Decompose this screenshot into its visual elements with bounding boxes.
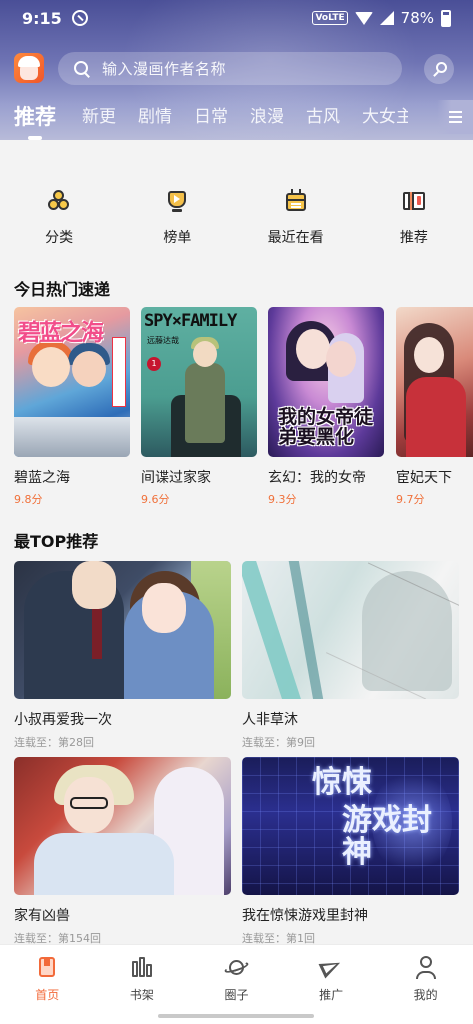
tab-ancient[interactable]: 古风 (306, 100, 340, 134)
tabs-menu-button[interactable] (437, 100, 473, 134)
cover-title-text: 惊悚 (312, 765, 372, 800)
nav-home[interactable]: 首页 (0, 945, 95, 1003)
nav-profile-label: 我的 (413, 988, 438, 1002)
magnifier-handle (433, 71, 439, 77)
comic-title: 玄幻：我的女帝 (268, 470, 366, 486)
bookshelf-icon (130, 955, 154, 979)
status-bar: 9:15 VoLTE 78% (0, 0, 473, 36)
cover-author-text: 远藤达哉 (147, 336, 179, 345)
comic-cover: SPY×FAMILY 远藤达哉 1 (141, 307, 257, 457)
hot-today-title: 今日热门速递 (14, 280, 111, 299)
cover-volume-badge: 1 (147, 357, 161, 371)
battery-percent: 78% (400, 9, 434, 27)
comic-score: 9.3分 (268, 493, 297, 506)
tab-daily[interactable]: 日常 (194, 100, 228, 134)
search-button[interactable] (424, 54, 454, 84)
comic-cover: 碧蓝之海 (14, 307, 130, 457)
home-icon (35, 955, 59, 979)
ranking-icon (162, 186, 192, 216)
comic-title: 家有凶兽 (14, 908, 70, 924)
top-recommend-title: 最TOP推荐 (14, 532, 99, 551)
comic-score: 9.8分 (14, 493, 43, 506)
comic-title: 间谍过家家 (141, 470, 211, 486)
menu-icon (448, 111, 462, 123)
status-indicators: VoLTE 78% (312, 9, 451, 27)
header: 9:15 VoLTE 78% 输入漫画作者名称 推荐 新更 剧情 日常 浪漫 古… (0, 0, 473, 140)
planet-icon (224, 955, 250, 979)
nav-home-label: 首页 (35, 988, 60, 1002)
quick-ranking-button[interactable]: 榜单 (118, 186, 236, 256)
do-not-disturb-icon (71, 10, 88, 26)
paper-plane-icon (318, 955, 344, 979)
comic-cover: 惊悚 游戏封神 (242, 757, 459, 895)
profile-icon (414, 955, 438, 979)
comic-title: 宦妃天下 (396, 470, 452, 486)
comic-cover (14, 757, 231, 895)
category-tabs: 推荐 新更 剧情 日常 浪漫 古风 大女主 (0, 100, 473, 140)
comic-cover: 我的女帝徒弟要黑化 (268, 307, 384, 457)
nav-community[interactable]: 圈子 (189, 945, 284, 1003)
comic-cover (242, 561, 459, 699)
hot-card[interactable]: 我的女帝徒弟要黑化 玄幻：我的女帝 9.3分 (268, 307, 384, 507)
top-card[interactable]: 人非草沐 连载至：第9回 (242, 561, 459, 750)
comic-cover (396, 307, 473, 457)
comic-cover (14, 561, 231, 699)
battery-icon (441, 9, 451, 27)
cover-title-text: SPY×FAMILY (144, 311, 237, 331)
cover-title-text: 游戏封神 (342, 803, 432, 870)
search-icon (74, 60, 90, 77)
nav-profile[interactable]: 我的 (378, 945, 473, 1003)
tab-plot[interactable]: 剧情 (138, 100, 172, 134)
status-time: 9:15 (22, 8, 62, 28)
cover-title-text: 我的女帝徒弟要黑化 (278, 406, 374, 448)
top-card[interactable]: 惊悚 游戏封神 我在惊悚游戏里封神 连载至：第1回 (242, 757, 459, 946)
comic-progress: 连载至：第9回 (242, 736, 315, 749)
category-icon (44, 186, 74, 216)
tab-new-updates[interactable]: 新更 (82, 100, 116, 134)
nav-promote[interactable]: 推广 (284, 945, 379, 1003)
comic-title: 我在惊悚游戏里封神 (242, 908, 368, 924)
volte-badge: VoLTE (312, 11, 348, 25)
quick-recent-button[interactable]: 最近在看 (237, 186, 355, 256)
comic-score: 9.7分 (396, 493, 425, 506)
hot-card[interactable]: 宦妃天下 9.7分 (396, 307, 473, 507)
home-indicator[interactable] (158, 1014, 314, 1018)
nav-promote-label: 推广 (319, 988, 344, 1002)
search-placeholder: 输入漫画作者名称 (102, 60, 227, 78)
quick-ranking-label: 榜单 (163, 230, 192, 246)
recent-icon (281, 186, 311, 216)
search-input[interactable]: 输入漫画作者名称 (58, 52, 402, 85)
quick-category-button[interactable]: 分类 (0, 186, 118, 256)
comic-score: 9.6分 (141, 493, 170, 506)
quick-recommend-label: 推荐 (399, 230, 428, 246)
recommend-icon (399, 186, 429, 216)
quick-category-label: 分类 (45, 230, 74, 246)
signal-icon (379, 11, 394, 25)
quick-recommend-button[interactable]: 推荐 (355, 186, 473, 256)
top-card[interactable]: 家有凶兽 连载至：第154回 (14, 757, 231, 946)
hot-card[interactable]: SPY×FAMILY 远藤达哉 1 间谍过家家 9.6分 (141, 307, 257, 507)
nav-bookshelf-label: 书架 (129, 988, 154, 1002)
bottom-nav: 首页 书架 圈子 推广 我的 (0, 944, 473, 1024)
comic-progress: 连载至：第28回 (14, 736, 94, 749)
top-card[interactable]: 小叔再爱我一次 连载至：第28回 (14, 561, 231, 750)
tab-recommend[interactable]: 推荐 (14, 100, 56, 140)
quick-actions: 分类 榜单 最近在看 推荐 (0, 186, 473, 256)
tab-romance[interactable]: 浪漫 (250, 100, 284, 134)
cover-title-text: 碧蓝之海 (18, 320, 104, 346)
comic-title: 碧蓝之海 (14, 470, 70, 486)
tab-heroine[interactable]: 大女主 (362, 100, 408, 134)
comic-title: 人非草沐 (242, 712, 298, 728)
search-row: 输入漫画作者名称 (0, 50, 473, 88)
hot-card[interactable]: 碧蓝之海 碧蓝之海 9.8分 (14, 307, 130, 507)
quick-recent-label: 最近在看 (267, 230, 324, 246)
wifi-icon (354, 11, 373, 25)
nav-bookshelf[interactable]: 书架 (95, 945, 190, 1003)
hot-today-list: 碧蓝之海 碧蓝之海 9.8分 SPY×FAMILY 远藤达哉 1 间谍过家家 9… (14, 307, 473, 507)
app-logo-avatar[interactable] (14, 53, 44, 83)
comic-title: 小叔再爱我一次 (14, 712, 112, 728)
avatar-hair (18, 56, 40, 67)
nav-community-label: 圈子 (224, 988, 249, 1002)
